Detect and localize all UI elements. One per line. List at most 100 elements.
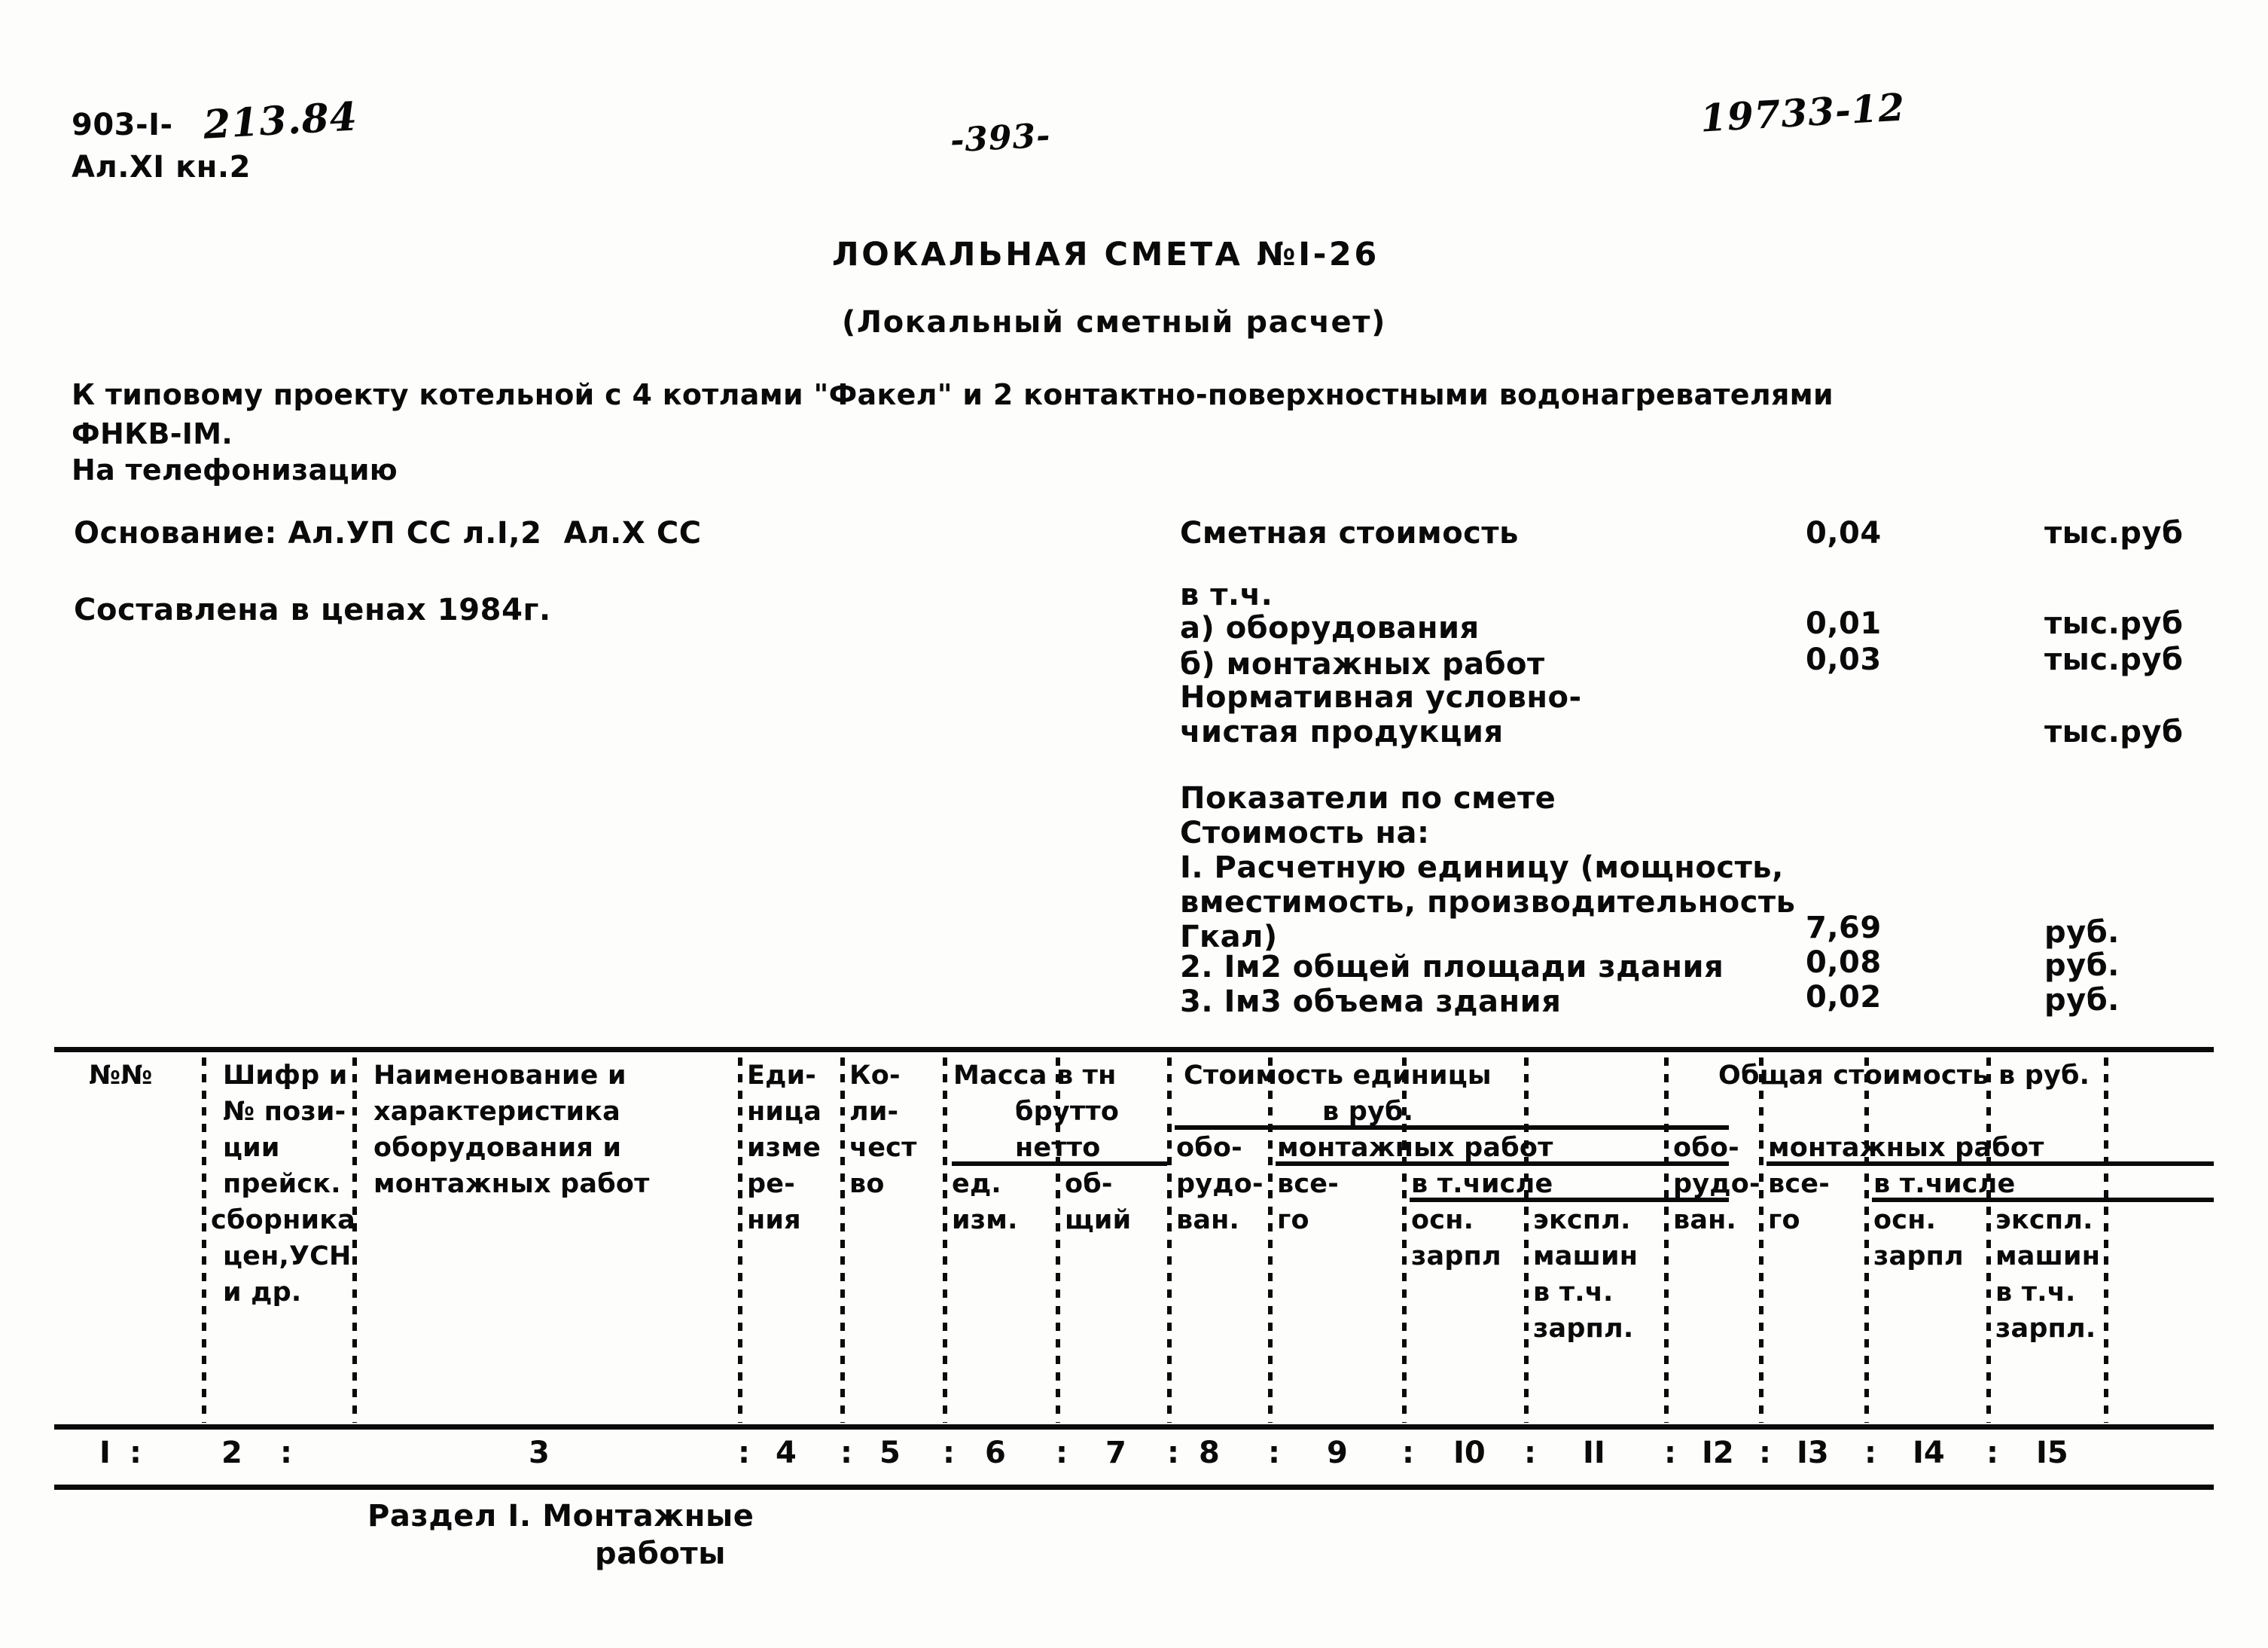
header-mass-netto: нетто <box>1015 1133 1101 1163</box>
page-number: -393- <box>949 116 1052 160</box>
indicator-2-unit: руб. <box>2044 948 2120 983</box>
header-col-7-line1: об- <box>1065 1169 1113 1199</box>
indicator-1-line1: I. Расчетную единицу (мощность, <box>1180 850 1784 885</box>
column-separator <box>1759 1057 1763 1423</box>
indicator-3-value: 0,02 <box>1806 980 1882 1015</box>
header-unit-cost-title: Стоимость единицы <box>1184 1061 1492 1091</box>
header-col-11-line1: экспл. <box>1533 1205 1631 1235</box>
header-col-2-line2: № пози- <box>223 1097 346 1127</box>
header-in-which-right: в т.числе <box>1873 1169 2016 1199</box>
header-col-4-line5: ния <box>747 1205 801 1235</box>
table-colnum-rule <box>54 1485 2214 1490</box>
column-separator <box>1864 1057 1869 1423</box>
header-col-4-line3: изме <box>747 1133 822 1163</box>
header-col-4-line1: Еди- <box>747 1061 817 1091</box>
column-separator <box>943 1057 947 1423</box>
section-heading-line1: Раздел I. Монтажные <box>367 1499 754 1534</box>
column-number-sep: : <box>1759 1436 1771 1470</box>
basis-line: Основание: Ал.УП СС л.I,2 Ал.X СС <box>74 516 702 551</box>
header-mass-brutto: брутто <box>1015 1097 1120 1127</box>
document-subtitle: (Локальный сметный расчет) <box>842 305 1386 340</box>
cost-for-label: Стоимость на: <box>1180 816 1430 850</box>
header-installation-works-right: монтажных работ <box>1768 1133 2044 1163</box>
header-col-8-line1: обо- <box>1176 1133 1242 1163</box>
column-separator <box>352 1057 357 1423</box>
estimate-cost-unit: тыс.руб <box>2044 516 2184 551</box>
column-separator <box>840 1057 845 1423</box>
column-number-sep: : <box>738 1436 750 1470</box>
column-separator <box>1664 1057 1669 1423</box>
header-col-11-line2: машин <box>1533 1241 1639 1271</box>
column-number-sep: : <box>943 1436 955 1470</box>
indicator-2-label: 2. Iм2 общей площади здания <box>1180 950 1724 984</box>
column-number: I5 <box>2036 1436 2068 1470</box>
estimate-table: №№ Шифр и № пози- ции прейск. сборника ц… <box>54 1047 2214 1490</box>
registration-number: 19733-12 <box>1699 84 1907 141</box>
column-number-sep: : <box>1664 1436 1676 1470</box>
header-col-8-line3: ван. <box>1176 1205 1240 1235</box>
column-separator <box>1524 1057 1529 1423</box>
equipment-value: 0,01 <box>1806 606 1882 641</box>
header-col-3-line2: характеристика <box>373 1097 620 1127</box>
header-col-9-line1: все- <box>1277 1169 1339 1199</box>
header-col-2-line3: ции <box>223 1133 280 1163</box>
column-number: 2 <box>221 1436 242 1470</box>
table-top-rule <box>54 1047 2214 1052</box>
column-number-sep: : <box>1986 1436 1998 1470</box>
header-col-14-line1: осн. <box>1873 1205 1937 1235</box>
column-number-sep: : <box>1864 1436 1876 1470</box>
header-col-6-line2: изм. <box>952 1205 1018 1235</box>
column-number: 7 <box>1105 1436 1126 1470</box>
column-number: 5 <box>879 1436 901 1470</box>
net-output-unit: тыс.руб <box>2044 715 2184 749</box>
intro-line-1: К типовому проекту котельной с 4 котлами… <box>72 378 1834 411</box>
column-number: I <box>99 1436 111 1470</box>
column-number-sep: : <box>1167 1436 1179 1470</box>
column-separator <box>1986 1057 1991 1423</box>
header-col-5-line4: во <box>849 1169 885 1199</box>
header-col-9-line2: го <box>1277 1205 1309 1235</box>
net-output-label-line2: чистая продукция <box>1180 715 1504 749</box>
column-number: I3 <box>1797 1436 1829 1470</box>
estimate-cost-label: Сметная стоимость <box>1180 516 1519 551</box>
installation-unit: тыс.руб <box>2044 642 2184 677</box>
header-col-2-line1: Шифр и <box>223 1061 348 1091</box>
column-number: 8 <box>1199 1436 1220 1470</box>
header-col-12-line3: ван. <box>1673 1205 1737 1235</box>
column-number-sep: : <box>1524 1436 1536 1470</box>
equipment-label: а) оборудования <box>1180 611 1480 645</box>
net-output-label-line1: Нормативная условно- <box>1180 680 1582 715</box>
column-number: I4 <box>1913 1436 1945 1470</box>
column-separator <box>2104 1057 2108 1423</box>
installation-value: 0,03 <box>1806 642 1882 677</box>
column-number: 6 <box>985 1436 1006 1470</box>
column-separator <box>738 1057 742 1423</box>
price-level-line: Составлена в ценах 1984г. <box>74 593 551 627</box>
column-separator <box>1167 1057 1172 1423</box>
header-installation-works-left: монтажных работ <box>1277 1133 1553 1163</box>
project-code-handwritten: 213.84 <box>202 93 359 148</box>
column-number-sep: : <box>280 1436 292 1470</box>
project-code-typed: 903-I- <box>72 108 173 142</box>
header-col-8-line2: рудо- <box>1176 1169 1264 1199</box>
header-col-5-line1: Ко- <box>849 1061 901 1091</box>
header-col-4-line4: ре- <box>747 1169 795 1199</box>
indicator-1-line2: вместимость, производительность <box>1180 885 1796 920</box>
header-col-15-line3: в т.ч. <box>1995 1277 2076 1308</box>
header-col-10-line2: зарпл <box>1411 1241 1501 1271</box>
column-number: 3 <box>529 1436 550 1470</box>
indicator-1-line3: Гкал) <box>1180 920 1278 954</box>
header-col-3-line1: Наименование и <box>373 1061 626 1091</box>
indicator-2-value: 0,08 <box>1806 945 1882 980</box>
indicator-1-unit: руб. <box>2044 915 2120 950</box>
header-col-5-line2: ли- <box>849 1097 899 1127</box>
indicator-1-value: 7,69 <box>1806 911 1882 945</box>
indicator-3-label: 3. Iм3 объема здания <box>1180 984 1562 1019</box>
column-number-sep: : <box>1056 1436 1068 1470</box>
header-col-2-line6: цен,УСН <box>223 1241 352 1271</box>
column-number: II <box>1583 1436 1605 1470</box>
indicators-title: Показатели по смете <box>1180 781 1556 816</box>
column-number: I2 <box>1702 1436 1734 1470</box>
header-col-11-line3: в т.ч. <box>1533 1277 1614 1308</box>
column-number-sep: : <box>840 1436 852 1470</box>
